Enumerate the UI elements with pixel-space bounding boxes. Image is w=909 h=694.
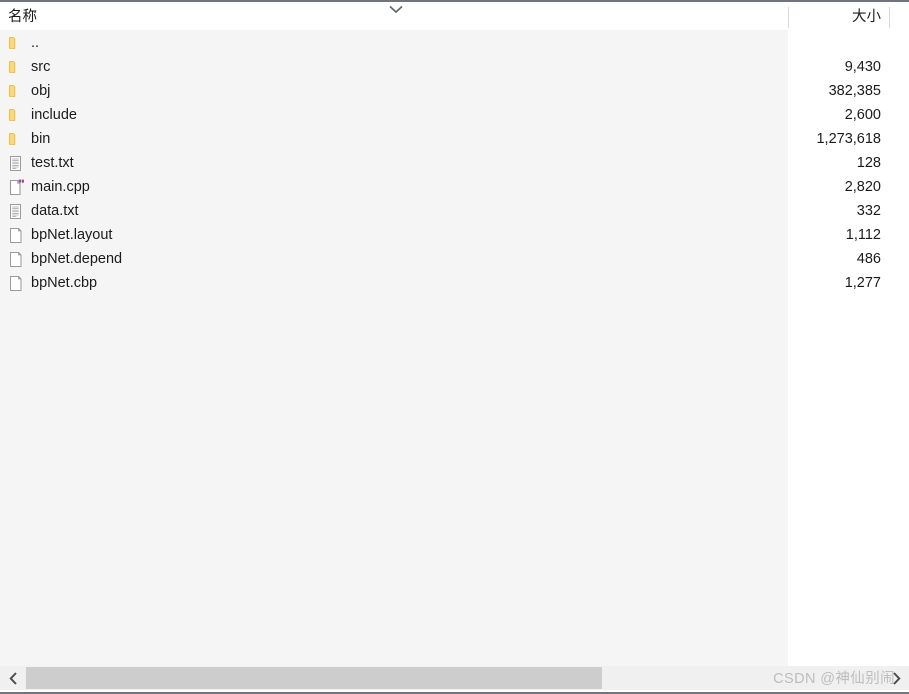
file-row[interactable]: bin 1,273,618 — [0, 127, 909, 151]
file-name-cell[interactable]: include — [8, 103, 77, 127]
column-divider-1[interactable] — [788, 7, 789, 28]
file-name-cell[interactable]: main.cpp — [8, 175, 90, 199]
file-name-label: bin — [31, 131, 51, 147]
column-header-name[interactable]: 名称 — [8, 4, 37, 30]
column-header-bar: 名称 大小 — [0, 4, 909, 30]
file-name-cell[interactable]: bpNet.cbp — [8, 271, 97, 295]
folder-icon — [8, 35, 24, 52]
file-size-cell: 2,600 — [844, 107, 881, 123]
file-size-cell: 1,273,618 — [816, 131, 881, 147]
file-name-label: main.cpp — [31, 179, 90, 195]
cpp-file-icon — [8, 179, 24, 196]
folder-icon — [8, 83, 24, 100]
blank-file-icon — [8, 275, 24, 292]
file-name-label: include — [31, 107, 77, 123]
blank-file-icon — [8, 251, 24, 268]
chevron-right-icon[interactable] — [883, 666, 909, 690]
file-name-label: src — [31, 59, 51, 75]
file-row[interactable]: obj 382,385 — [0, 79, 909, 103]
file-name-cell[interactable]: bpNet.layout — [8, 223, 112, 247]
folder-icon — [8, 131, 24, 148]
file-size-cell: 1,277 — [844, 275, 881, 291]
file-row[interactable]: include 2,600 — [0, 103, 909, 127]
file-size-cell: 9,430 — [844, 59, 881, 75]
file-row[interactable]: main.cpp 2,820 — [0, 175, 909, 199]
file-name-label: test.txt — [31, 155, 74, 171]
file-row[interactable]: bpNet.depend 486 — [0, 247, 909, 271]
file-row[interactable]: test.txt 128 — [0, 151, 909, 175]
file-size-cell: 1,112 — [845, 227, 881, 243]
scrollbar-thumb[interactable] — [26, 667, 602, 689]
file-row[interactable]: bpNet.layout 1,112 — [0, 223, 909, 247]
text-file-icon — [8, 155, 24, 172]
scrollbar-track[interactable] — [26, 666, 883, 690]
file-size-cell: 128 — [856, 155, 881, 171]
folder-icon — [8, 59, 24, 76]
file-size-cell: 2,820 — [844, 179, 881, 195]
horizontal-scrollbar[interactable] — [0, 666, 909, 690]
chevron-down-icon[interactable] — [389, 5, 403, 14]
file-name-label: bpNet.cbp — [31, 275, 98, 291]
file-name-label: bpNet.depend — [31, 251, 123, 267]
file-name-cell[interactable]: obj — [8, 79, 50, 103]
column-header-size[interactable]: 大小 — [852, 4, 881, 30]
file-name-cell[interactable]: bpNet.depend — [8, 247, 122, 271]
file-name-cell[interactable]: .. — [8, 31, 39, 55]
file-name-cell[interactable]: test.txt — [8, 151, 74, 175]
text-file-icon — [8, 203, 24, 220]
file-row[interactable]: src 9,430 — [0, 55, 909, 79]
file-name-label: bpNet.layout — [31, 227, 113, 243]
file-size-cell: 332 — [856, 203, 881, 219]
file-size-cell: 486 — [856, 251, 881, 267]
column-divider-2[interactable] — [889, 7, 890, 28]
file-row[interactable]: data.txt 332 — [0, 199, 909, 223]
file-name-cell[interactable]: bin — [8, 127, 50, 151]
file-row[interactable]: .. — [0, 31, 909, 55]
file-browser-pane: 名称 大小 .. src 9,430 obj 382,385 include 2,600 bi… — [0, 0, 909, 694]
file-name-cell[interactable]: data.txt — [8, 199, 79, 223]
chevron-left-icon[interactable] — [0, 666, 26, 690]
file-name-label: .. — [31, 35, 40, 51]
file-name-label: data.txt — [31, 203, 79, 219]
file-name-cell[interactable]: src — [8, 55, 50, 79]
blank-file-icon — [8, 227, 24, 244]
folder-icon — [8, 107, 24, 124]
file-name-label: obj — [31, 83, 51, 99]
file-row[interactable]: bpNet.cbp 1,277 — [0, 271, 909, 295]
file-size-cell: 382,385 — [828, 83, 881, 99]
